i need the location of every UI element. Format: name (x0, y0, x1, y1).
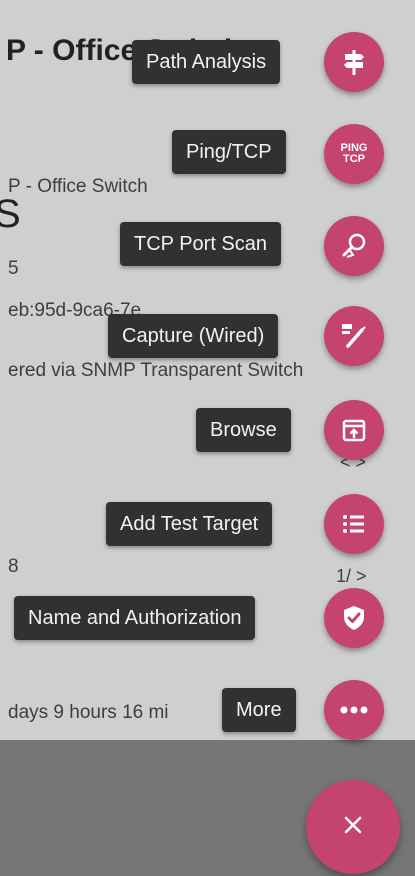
ping-tcp-label[interactable]: Ping/TCP (172, 130, 286, 174)
partial-heading: S (0, 192, 21, 236)
uptime-text: days 9 hours 16 mi (8, 702, 169, 723)
port-scan-icon (339, 231, 369, 261)
close-fab-button[interactable] (306, 780, 400, 874)
shield-check-icon (339, 603, 369, 633)
capture-wired-label[interactable]: Capture (Wired) (108, 314, 279, 358)
tcp-port-scan-label[interactable]: TCP Port Scan (120, 222, 282, 266)
tcp-icon-text: TCP (343, 153, 365, 165)
path-analysis-button[interactable] (324, 32, 384, 92)
capture-wired-button[interactable] (324, 306, 384, 366)
tcp-port-scan-button[interactable] (324, 216, 384, 276)
browse-icon (339, 415, 369, 445)
row-fragment: 8 (8, 556, 19, 577)
ping-tcp-button[interactable]: PING TCP (324, 124, 384, 184)
signpost-icon (339, 47, 369, 77)
pager-arrows-secondary: 1/ > (336, 566, 367, 586)
add-test-target-label[interactable]: Add Test Target (106, 502, 273, 546)
browse-label[interactable]: Browse (196, 408, 291, 452)
ping-tcp-icon: PING TCP (341, 143, 368, 165)
capture-icon (338, 320, 370, 352)
name-and-authorization-button[interactable] (324, 588, 384, 648)
discovered-via-text: ered via SNMP Transparent Switch (8, 360, 304, 381)
path-analysis-label[interactable]: Path Analysis (132, 40, 281, 84)
close-icon (342, 814, 364, 841)
list-icon (339, 509, 369, 539)
name-and-authorization-label[interactable]: Name and Authorization (14, 596, 256, 640)
browse-button[interactable] (324, 400, 384, 460)
more-label[interactable]: More (222, 688, 296, 732)
more-button[interactable] (324, 680, 384, 740)
add-test-target-button[interactable] (324, 494, 384, 554)
device-subtitle: P - Office Switch (8, 176, 148, 197)
device-id-fragment: 5 (8, 258, 19, 279)
more-icon (339, 705, 369, 715)
